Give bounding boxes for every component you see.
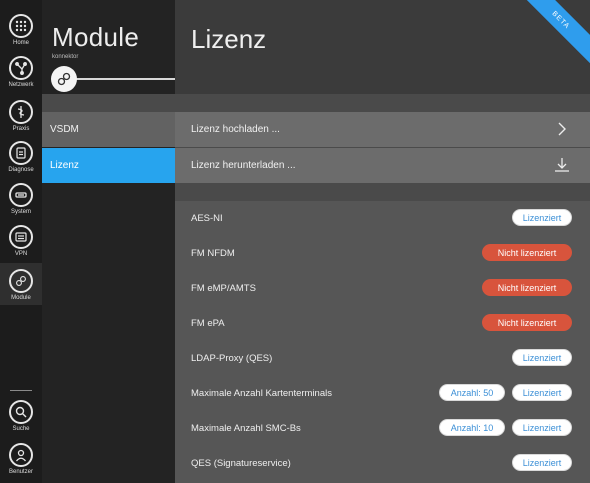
system-icon [9, 183, 33, 207]
module-slider-track [64, 78, 175, 80]
page-title: Lizenz [191, 24, 267, 54]
license-row: QES (Signatureservice) Lizenziert [175, 446, 590, 481]
license-name: FM eMP/AMTS [191, 283, 256, 294]
license-row: Maximale Anzahl Kartenterminals Anzahl: … [175, 376, 590, 411]
rail-home[interactable]: Home [0, 14, 42, 46]
count-badge: Anzahl: 10 [439, 419, 505, 436]
network-icon [9, 56, 33, 80]
main-spacer-top [175, 94, 590, 112]
main-spacer-mid [175, 183, 590, 201]
license-name: AES-NI [191, 213, 223, 224]
license-row: AES-NI Lizenziert [175, 201, 590, 236]
module-panel-spacer [42, 94, 175, 112]
rail-netzwerk[interactable]: Netzwerk [0, 56, 42, 88]
license-row: FM ePA Nicht lizenziert [175, 306, 590, 341]
upload-license-label: Lizenz hochladen ... [191, 124, 280, 135]
caduceus-icon [9, 100, 33, 124]
rail-separator [10, 390, 32, 391]
license-row: FM NFDM Nicht lizenziert [175, 236, 590, 271]
grid-icon [9, 14, 33, 38]
status-badge: Nicht lizenziert [482, 314, 572, 331]
rail-benutzer[interactable]: Benutzer [0, 443, 42, 475]
license-name: Maximale Anzahl SMC-Bs [191, 423, 301, 434]
license-list: AES-NI Lizenziert FM NFDM Nicht lizenzie… [175, 201, 590, 483]
rail-diagnose[interactable]: Diagnose [0, 141, 42, 173]
rail-benutzer-label: Benutzer [8, 469, 33, 475]
module-item-vsdm[interactable]: VSDM [42, 112, 175, 147]
license-name: LDAP-Proxy (QES) [191, 353, 273, 364]
module-slider-knob[interactable] [51, 66, 77, 92]
download-license-button[interactable]: Lizenz herunterladen ... [175, 148, 590, 183]
nav-rail: Home Netzwerk Praxis Diagnose System VPN [0, 0, 42, 483]
status-badge: Lizenziert [512, 454, 572, 471]
rail-system-label: System [10, 209, 31, 215]
rail-diagnose-label: Diagnose [8, 167, 34, 173]
module-panel: Module konnektor VSDM Lizenz [42, 0, 175, 483]
status-badge: Lizenziert [512, 349, 572, 366]
search-icon [9, 400, 33, 424]
vpn-icon [9, 225, 33, 249]
rail-netzwerk-label: Netzwerk [8, 82, 34, 88]
rail-praxis[interactable]: Praxis [0, 100, 42, 132]
rail-system[interactable]: System [0, 183, 42, 215]
rail-suche[interactable]: Suche [0, 400, 42, 432]
status-badge: Nicht lizenziert [482, 279, 572, 296]
license-row: LDAP-Proxy (QES) Lizenziert [175, 341, 590, 376]
rail-home-label: Home [12, 40, 29, 46]
main-header: Lizenz [175, 0, 590, 94]
user-icon [9, 443, 33, 467]
license-row: Maximale Anzahl SMC-Bs Anzahl: 10 Lizenz… [175, 411, 590, 446]
license-name: QES (Signatureservice) [191, 458, 291, 469]
license-name: FM ePA [191, 318, 225, 329]
rail-suche-label: Suche [12, 426, 30, 432]
module-panel-subtitle: konnektor [52, 54, 79, 60]
rail-module[interactable]: Module [0, 263, 42, 305]
status-badge: Lizenziert [512, 419, 572, 436]
upload-license-button[interactable]: Lizenz hochladen ... [175, 112, 590, 147]
modules-icon [9, 269, 33, 293]
license-name: Maximale Anzahl Kartenterminals [191, 388, 332, 399]
module-item-lizenz[interactable]: Lizenz [42, 148, 175, 183]
license-name: FM NFDM [191, 248, 235, 259]
status-badge: Nicht lizenziert [482, 244, 572, 261]
rail-praxis-label: Praxis [12, 126, 30, 132]
main-content: Lizenz BETA Lizenz hochladen ... Lizenz … [175, 0, 590, 483]
download-icon [555, 158, 569, 172]
count-badge: Anzahl: 50 [439, 384, 505, 401]
license-row: FM eMP/AMTS Nicht lizenziert [175, 271, 590, 306]
clipboard-icon [9, 141, 33, 165]
rail-vpn[interactable]: VPN [0, 225, 42, 257]
rail-module-label: Module [11, 295, 31, 301]
rail-vpn-label: VPN [14, 251, 28, 257]
chevron-right-icon [558, 122, 566, 136]
status-badge: Lizenziert [512, 209, 572, 226]
download-license-label: Lizenz herunterladen ... [191, 160, 296, 171]
modules-icon [57, 72, 71, 86]
status-badge: Lizenziert [512, 384, 572, 401]
module-panel-title: Module [52, 22, 140, 52]
